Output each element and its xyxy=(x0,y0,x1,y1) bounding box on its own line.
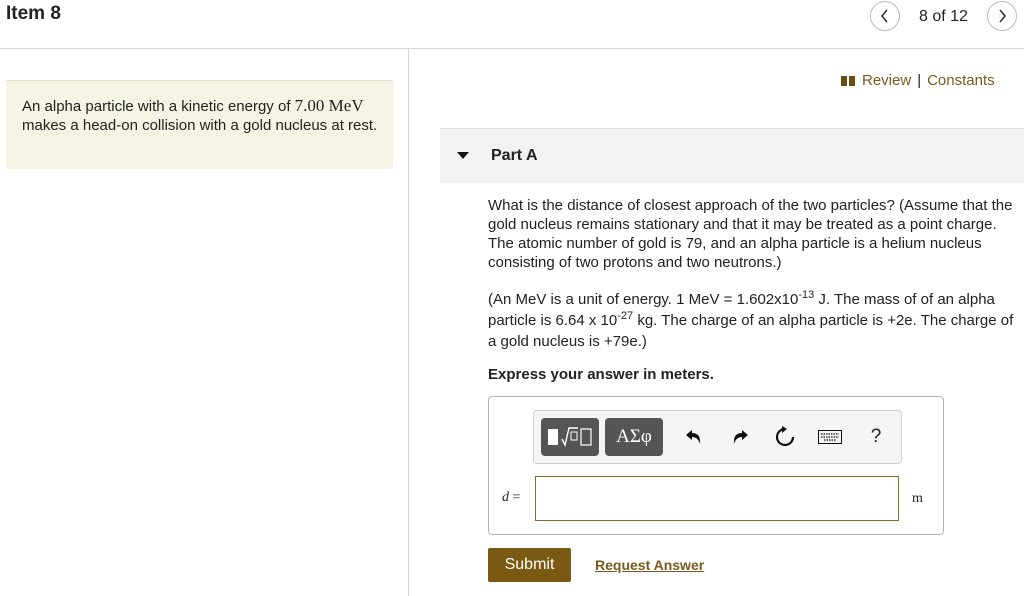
reset-icon xyxy=(775,426,795,447)
question-note: (An MeV is a unit of energy. 1 MeV = 1.6… xyxy=(488,289,1020,352)
review-link[interactable]: Review xyxy=(862,72,911,89)
request-answer-link[interactable]: Request Answer xyxy=(595,557,704,573)
answer-equals: = xyxy=(512,490,521,505)
problem-text-after: makes a head-on collision with a gold nu… xyxy=(22,117,378,134)
question-text: What is the distance of closest approach… xyxy=(488,197,1013,271)
answer-instruction: Express your answer in meters. xyxy=(488,366,714,383)
reset-button[interactable] xyxy=(771,418,799,456)
problem-statement: An alpha particle with a kinetic energy … xyxy=(22,96,382,135)
column-divider xyxy=(408,48,409,596)
redo-icon xyxy=(733,430,748,444)
header-divider xyxy=(0,48,1024,49)
templates-icon xyxy=(548,427,592,448)
answer-variable-label: d = xyxy=(502,490,520,506)
item-title: Item 8 xyxy=(6,3,61,24)
keyboard-icon xyxy=(818,430,842,444)
collapse-triangle-icon[interactable] xyxy=(457,152,469,159)
chevron-left-icon xyxy=(880,9,888,23)
greek-symbols-button[interactable]: ΑΣφ xyxy=(605,418,663,456)
help-button[interactable]: ? xyxy=(864,418,888,456)
note-exponent-2: -27 xyxy=(617,310,634,322)
keyboard-button[interactable] xyxy=(816,418,844,456)
templates-button[interactable] xyxy=(541,418,599,456)
undo-icon xyxy=(686,430,701,444)
note-exponent-1: -13 xyxy=(798,289,815,301)
answer-input[interactable] xyxy=(535,476,899,521)
part-a-label: Part A xyxy=(491,147,538,164)
book-icon xyxy=(841,75,855,86)
problem-text-before: An alpha particle with a kinetic energy … xyxy=(22,98,295,115)
next-item-button[interactable] xyxy=(987,1,1017,31)
chevron-right-icon xyxy=(999,9,1007,23)
undo-button[interactable] xyxy=(681,418,707,456)
review-constants: Review | Constants xyxy=(840,72,995,89)
constants-link[interactable]: Constants xyxy=(927,72,995,89)
problem-energy: 7.00 MeV xyxy=(294,96,364,115)
note-part-1: (An MeV is a unit of energy. 1 MeV = 1.6… xyxy=(488,291,799,308)
page-counter: 8 of 12 xyxy=(919,8,968,25)
answer-unit: m xyxy=(912,491,923,506)
review-separator: | xyxy=(917,72,922,89)
submit-button[interactable]: Submit xyxy=(488,548,571,582)
answer-variable: d xyxy=(502,490,509,505)
previous-item-button[interactable] xyxy=(870,1,900,31)
redo-button[interactable] xyxy=(727,418,753,456)
